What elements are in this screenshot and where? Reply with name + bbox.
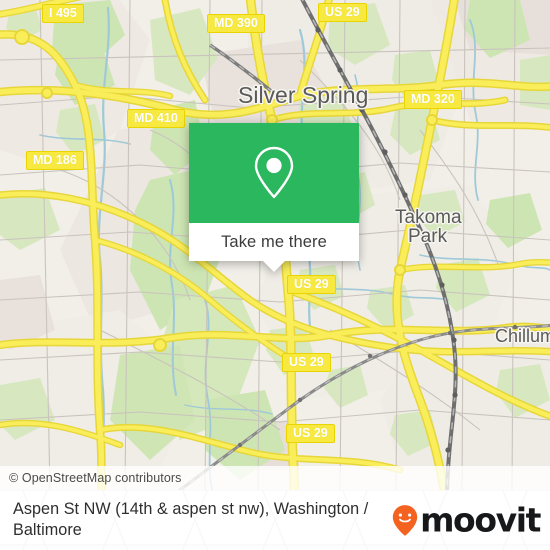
- take-me-there-popup[interactable]: Take me there: [189, 123, 359, 272]
- map-attribution-bar: © OpenStreetMap contributors: [0, 466, 550, 490]
- location-title: Aspen St NW (14th & aspen st nw), Washin…: [13, 500, 369, 539]
- map-canvas[interactable]: I 495 MD 390 US 29 MD 320 MD 410 MD 186 …: [0, 0, 550, 490]
- road-shield: MD 186: [26, 151, 84, 170]
- osm-attribution-text: © OpenStreetMap contributors: [9, 471, 182, 485]
- road-shield: US 29: [318, 3, 367, 22]
- place-label-takoma-park: Park: [408, 226, 448, 247]
- road-shield: I 495: [42, 4, 84, 23]
- place-label-chillum: Chillum: [495, 326, 550, 346]
- moovit-map-screenshot: I 495 MD 390 US 29 MD 320 MD 410 MD 186 …: [0, 0, 550, 550]
- popup-icon-area: [189, 123, 359, 223]
- moovit-wordmark: moovit: [420, 500, 541, 540]
- road-shield: MD 320: [404, 90, 462, 109]
- road-shield: MD 410: [127, 109, 185, 128]
- place-label-takoma: Takoma: [395, 207, 462, 228]
- road-shield: US 29: [282, 353, 331, 372]
- footer-bar: Aspen St NW (14th & aspen st nw), Washin…: [0, 490, 550, 550]
- place-label-silver-spring: Silver Spring: [238, 82, 369, 108]
- road-shield: US 29: [286, 424, 335, 443]
- moovit-logo: moovit: [392, 500, 541, 540]
- road-shield: MD 390: [207, 14, 265, 33]
- popup-action-bar[interactable]: Take me there: [189, 223, 359, 272]
- road-shield: US 29: [287, 275, 336, 294]
- take-me-there-label: Take me there: [221, 232, 327, 251]
- popup-tail: [263, 261, 285, 272]
- moovit-smiling-pin-icon: [392, 504, 418, 536]
- location-pin-icon: [254, 146, 294, 199]
